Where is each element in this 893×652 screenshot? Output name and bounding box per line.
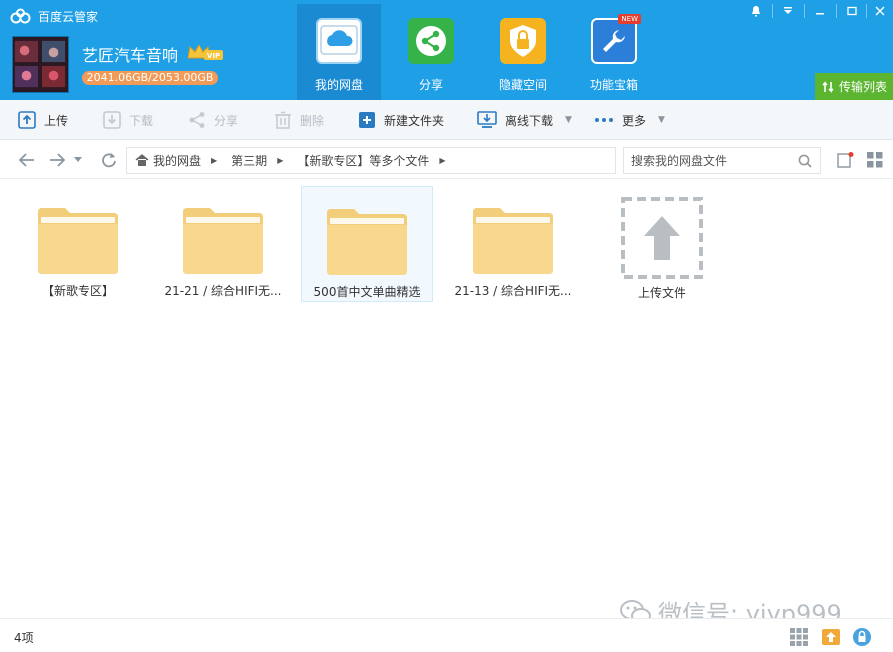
- offline-download-button[interactable]: 离线下载 ▼: [465, 100, 584, 140]
- trash-icon: [275, 111, 291, 129]
- file-name: 21-21 / 综合HIFI无...: [164, 284, 282, 298]
- baidu-cloud-logo-icon: [10, 8, 31, 24]
- tab-share-label: 分享: [418, 78, 443, 92]
- header-bar: 百度云管家 艺匠汽车音响 VIP 2041.06GB/2053.00GB 我的网: [0, 0, 893, 100]
- history-dropdown[interactable]: [71, 150, 85, 170]
- tab-toolbox-label: 功能宝箱: [589, 78, 638, 92]
- more-label: 更多: [622, 113, 647, 128]
- share-icon: [408, 18, 454, 64]
- minimize-icon[interactable]: [805, 0, 835, 22]
- download-button[interactable]: 下载: [91, 100, 165, 140]
- security-lock-icon[interactable]: [852, 627, 872, 647]
- arrow-right-icon: [50, 153, 65, 167]
- folder-item-selected[interactable]: 500首中文单曲精选: [301, 186, 433, 302]
- new-folder-icon: [359, 112, 375, 128]
- delete-button[interactable]: 删除: [262, 100, 336, 140]
- tab-hidden-space[interactable]: 隐藏空间: [481, 4, 565, 100]
- lock-icon: [500, 18, 546, 64]
- toolbar: 上传 下载 分享 删除 新建文件夹 离线下载 ▼ 更多 ▼: [0, 100, 893, 140]
- more-dots-icon: [595, 118, 613, 122]
- breadcrumb: 我的网盘 ▶ 第三期 ▶ 【新歌专区】等多个文件 ▶: [126, 147, 616, 174]
- address-bar: 我的网盘 ▶ 第三期 ▶ 【新歌专区】等多个文件 ▶: [0, 141, 893, 179]
- grid-view-icon[interactable]: [866, 151, 884, 169]
- breadcrumb-separator-icon[interactable]: ▶: [277, 156, 283, 165]
- transfer-list-label: 传输列表: [838, 80, 887, 94]
- folder-icon: [183, 208, 263, 274]
- cloud-drive-icon: [316, 18, 362, 64]
- upload-status-icon[interactable]: [821, 627, 841, 647]
- notification-bell-icon[interactable]: [741, 0, 771, 22]
- breadcrumb-item-my-drive[interactable]: 我的网盘: [153, 152, 201, 169]
- upload-label: 上传: [44, 113, 69, 128]
- search-input[interactable]: [631, 153, 791, 168]
- share-small-icon: [189, 112, 205, 128]
- download-label: 下载: [129, 113, 154, 128]
- file-name: 【新歌专区】: [41, 284, 114, 298]
- offline-download-icon: [477, 111, 497, 128]
- home-icon[interactable]: [135, 154, 149, 167]
- refresh-icon: [102, 153, 116, 168]
- arrow-left-icon: [19, 153, 34, 167]
- upload-file-tile[interactable]: 上传文件: [596, 186, 728, 302]
- grid-icon[interactable]: [789, 627, 809, 647]
- new-folder-label: 新建文件夹: [384, 113, 445, 128]
- breadcrumb-separator-icon[interactable]: ▶: [211, 156, 217, 165]
- forward-button[interactable]: [47, 150, 67, 170]
- delete-label: 删除: [300, 113, 325, 128]
- offline-download-label: 离线下载: [505, 113, 554, 128]
- file-name: 500首中文单曲精选: [313, 285, 421, 299]
- upload-button[interactable]: 上传: [6, 100, 80, 140]
- tab-my-drive-label: 我的网盘: [314, 78, 363, 92]
- avatar-image: [13, 37, 68, 92]
- chevron-down-icon: ▼: [565, 115, 572, 125]
- close-icon[interactable]: [866, 0, 893, 22]
- vip-label: VIP: [207, 52, 220, 60]
- folder-icon: [473, 208, 553, 274]
- tab-toolbox[interactable]: NEW 功能宝箱: [572, 4, 656, 100]
- tab-share[interactable]: 分享: [389, 4, 473, 100]
- list-view-icon[interactable]: [837, 151, 855, 169]
- menu-dropdown-icon[interactable]: [773, 0, 803, 22]
- avatar[interactable]: [12, 36, 69, 93]
- search-icon[interactable]: [798, 154, 812, 168]
- app-title: 百度云管家: [10, 6, 98, 26]
- storage-quota: 2041.06GB/2053.00GB: [82, 71, 218, 85]
- folder-item[interactable]: 【新歌专区】: [12, 186, 144, 302]
- file-name: 21-13 / 综合HIFI无...: [454, 284, 572, 298]
- refresh-button[interactable]: [99, 150, 119, 170]
- share-button[interactable]: 分享: [176, 100, 250, 140]
- breadcrumb-item-issue-3[interactable]: 第三期: [231, 152, 267, 169]
- transfer-arrows-icon: [822, 80, 834, 93]
- vip-crown-icon: VIP: [187, 43, 223, 60]
- folder-icon: [327, 209, 407, 275]
- search-box: [623, 147, 821, 174]
- upload-file-label: 上传文件: [637, 286, 686, 300]
- status-bar: 4项: [0, 618, 893, 652]
- new-badge: NEW: [618, 14, 641, 24]
- item-count: 4项: [14, 631, 34, 645]
- folder-item[interactable]: 21-21 / 综合HIFI无...: [157, 186, 289, 302]
- back-button[interactable]: [17, 150, 37, 170]
- tab-my-drive[interactable]: 我的网盘: [297, 4, 381, 100]
- chevron-down-icon: [74, 157, 82, 162]
- more-button[interactable]: 更多 ▼: [582, 100, 677, 140]
- toolbox-icon: NEW: [591, 14, 641, 64]
- chevron-down-icon: ▼: [658, 115, 665, 125]
- folder-item[interactable]: 21-13 / 综合HIFI无...: [447, 186, 579, 302]
- download-icon: [103, 111, 121, 129]
- share-label: 分享: [214, 113, 239, 128]
- breadcrumb-item-current[interactable]: 【新歌专区】等多个文件: [297, 152, 429, 169]
- upload-arrow-icon: [621, 197, 703, 279]
- transfer-list-button[interactable]: 传输列表: [815, 73, 893, 100]
- file-grid: 【新歌专区】 21-21 / 综合HIFI无... 500首中文单曲精选 21-…: [0, 180, 893, 618]
- username: 艺匠汽车音响: [82, 46, 179, 65]
- breadcrumb-separator-icon[interactable]: ▶: [439, 156, 445, 165]
- folder-icon: [38, 208, 118, 274]
- tab-hidden-space-label: 隐藏空间: [498, 78, 547, 92]
- app-title-text: 百度云管家: [38, 9, 99, 24]
- new-folder-button[interactable]: 新建文件夹: [346, 100, 456, 140]
- upload-icon: [18, 111, 36, 129]
- maximize-icon[interactable]: [837, 0, 867, 22]
